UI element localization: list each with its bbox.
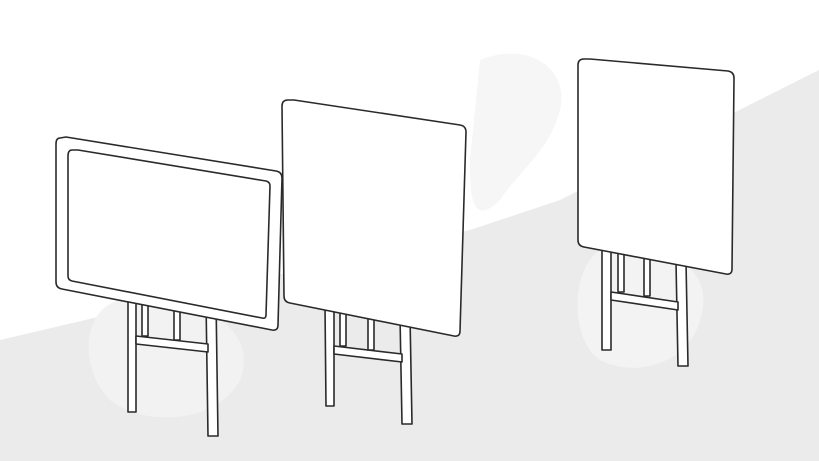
easel-right-leg-1: [601, 249, 612, 351]
easel-middle-leg-1: [324, 305, 335, 407]
easel-left-leg-1: [127, 295, 137, 413]
easel-middle-leg-2: [399, 315, 413, 425]
illustration-canvas: [0, 0, 819, 461]
easel-left-leg-2: [205, 299, 219, 437]
easel-middle-board: [281, 99, 467, 337]
easel-right-strut-1: [617, 251, 625, 293]
illustration-scene: [0, 0, 819, 461]
easel-right-strut-2: [643, 255, 651, 297]
easel-right-board: [577, 58, 735, 275]
easel-right-leg-2: [675, 261, 689, 367]
